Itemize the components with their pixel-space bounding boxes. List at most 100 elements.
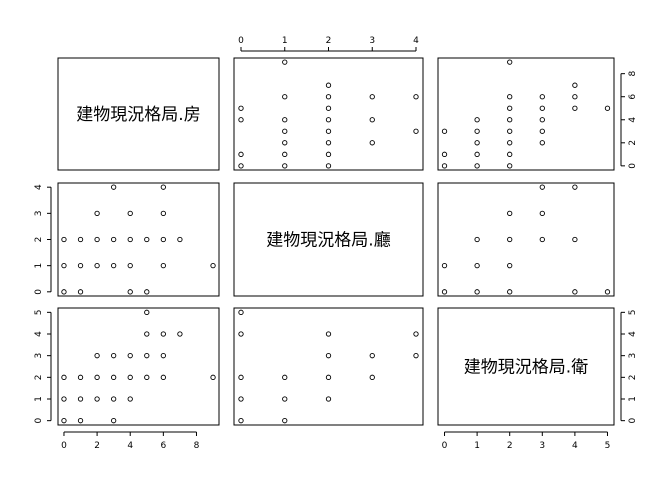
tick-label: 0: [34, 418, 44, 424]
scatter-point: [94, 353, 100, 359]
scatter-point: [238, 105, 244, 111]
tick-label: 0: [61, 441, 67, 451]
scatter-point: [474, 263, 480, 269]
scatter-point: [111, 353, 117, 359]
scatter-point: [238, 117, 244, 123]
tick-label: 4: [628, 117, 638, 123]
scatter-point: [160, 236, 166, 243]
scatter-point: [369, 353, 375, 359]
scatter-point: [160, 353, 166, 359]
scatter-point: [210, 263, 216, 269]
tick-label: 0: [628, 163, 638, 169]
tick-label: 3: [34, 353, 44, 359]
tick-label: 2: [507, 441, 513, 451]
tick-label: 2: [94, 441, 100, 451]
scatter-point: [144, 353, 150, 359]
scatter-point: [61, 263, 67, 269]
scatter-point: [127, 236, 133, 243]
scatter-point: [282, 396, 288, 402]
scatter-point: [507, 117, 513, 123]
variable-label: 建物現況格局.衛: [464, 358, 588, 378]
tick-label: 4: [34, 184, 44, 190]
scatter-point: [127, 210, 133, 216]
tick-label: 2: [326, 36, 332, 46]
scatter-point: [325, 105, 332, 111]
scatter-point: [238, 418, 244, 424]
scatter-point: [77, 289, 84, 295]
scatter-point: [441, 163, 448, 169]
scatter-point: [144, 236, 150, 243]
scatter-point: [61, 418, 67, 424]
tick-label: 5: [628, 309, 638, 315]
tick-label: 3: [539, 441, 545, 451]
scatter-point: [572, 236, 578, 243]
scatter-point: [127, 353, 133, 359]
scatter-point: [572, 184, 578, 190]
scatter-point: [127, 263, 133, 269]
scatter-point: [507, 105, 513, 111]
panel-r0-c1: [233, 57, 424, 171]
scatter-point: [61, 289, 67, 295]
scatter-point: [507, 289, 513, 295]
tick-label: 5: [605, 441, 611, 451]
scatter-point: [507, 263, 513, 269]
tick-label: 0: [442, 441, 448, 451]
scatter-point: [282, 128, 288, 134]
scatter-point: [441, 151, 448, 157]
scatter-point: [77, 263, 84, 269]
tick-label: 1: [628, 396, 638, 402]
matrix-panels: 建物現況格局.房建物現況格局.廳建物現況格局.衛: [57, 57, 615, 426]
scatter-point: [507, 210, 513, 216]
scatter-point: [282, 59, 288, 65]
scatter-point: [127, 396, 133, 402]
scatter-point: [369, 374, 375, 380]
scatter-point: [539, 184, 545, 190]
scatter-point: [94, 210, 100, 216]
scatter-point: [177, 331, 183, 337]
panel-r1-c0: [57, 182, 220, 297]
scatter-point: [572, 82, 578, 88]
tick-label: 6: [160, 441, 166, 451]
scatter-point: [111, 418, 117, 424]
scatter-point: [144, 309, 150, 315]
scatter-point: [238, 151, 244, 157]
scatter-point: [441, 128, 448, 134]
scatter-point: [325, 82, 332, 88]
panel-r1-c2: [437, 182, 615, 297]
panel-frame: [57, 182, 220, 297]
tick-label: 2: [628, 374, 638, 380]
scatter-point: [282, 374, 288, 380]
tick-label: 1: [34, 396, 44, 402]
scatter-point: [144, 289, 150, 295]
scatter-point: [474, 236, 480, 243]
tick-label: 1: [282, 36, 288, 46]
scatter-point: [474, 140, 480, 146]
tick-label: 4: [628, 331, 638, 337]
scatter-point: [94, 374, 100, 380]
scatter-point: [325, 396, 332, 402]
scatter-point: [94, 236, 100, 243]
scatter-point: [160, 263, 166, 269]
tick-label: 1: [474, 441, 480, 451]
variable-label: 建物現況格局.廳: [266, 231, 390, 251]
panel-r0-c2: [437, 57, 615, 171]
tick-label: 3: [34, 210, 44, 216]
scatter-point: [413, 353, 419, 359]
scatter-point: [111, 236, 117, 243]
scatter-point: [111, 263, 117, 269]
tick-label: 4: [572, 441, 578, 451]
panel-frame: [233, 57, 424, 171]
tick-label: 4: [34, 331, 44, 337]
scatter-point: [474, 117, 480, 123]
tick-label: 2: [34, 374, 44, 380]
tick-label: 3: [369, 36, 375, 46]
scatter-point: [94, 263, 100, 269]
scatter-point: [282, 151, 288, 157]
tick-label: 5: [34, 309, 44, 315]
tick-label: 2: [628, 140, 638, 146]
panel-frame: [57, 307, 220, 426]
scatter-point: [325, 128, 332, 134]
scatter-point: [413, 128, 419, 134]
scatter-point: [77, 418, 84, 424]
scatter-point: [507, 140, 513, 146]
